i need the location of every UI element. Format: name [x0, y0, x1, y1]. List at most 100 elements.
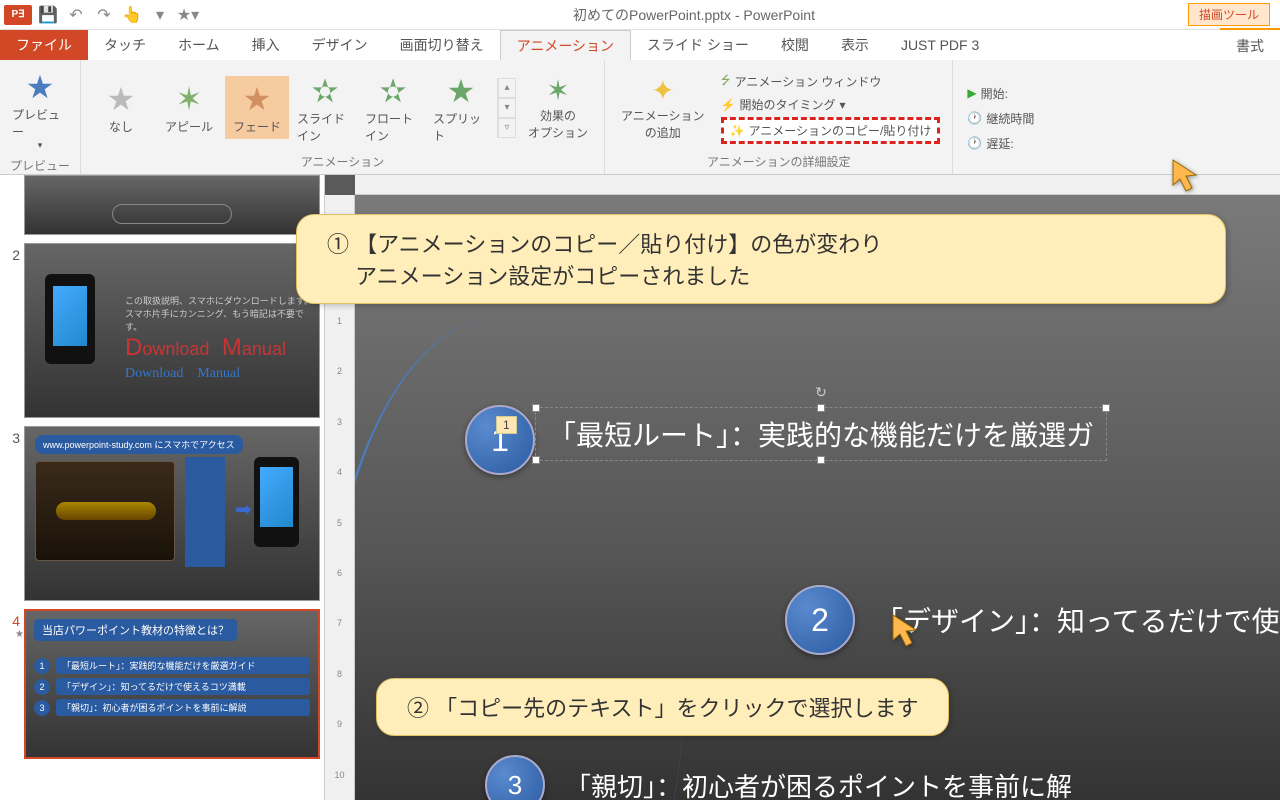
thumbnail-1[interactable]	[4, 179, 320, 235]
thumbnail-4[interactable]: 4 ★ 当店パワーポイント教材の特徴とは？ 1「最短ルート」：実践的な機能だけを…	[4, 609, 320, 759]
effect-options-label: 効果の オプション	[528, 107, 588, 141]
thumb-slide[interactable]: www.powerpoint-study.com にスマホでアクセス ➡	[24, 426, 320, 601]
resize-handle[interactable]	[817, 456, 825, 464]
start-label: 開始:	[981, 85, 1008, 102]
gallery-more-icon[interactable]: ▿	[498, 118, 516, 138]
textbox-1-selected[interactable]: 1 ↻ 「最短ルート」：実践的な機能だけを厳選ガ	[535, 407, 1107, 461]
star-icon: ✫	[380, 72, 407, 110]
duration-label: 継続時間	[986, 110, 1034, 127]
animation-order-tag[interactable]: 1	[496, 416, 517, 434]
effect-fade[interactable]: ★フェード	[225, 76, 289, 139]
delay-row[interactable]: 🕐遅延:	[967, 135, 1034, 152]
bullet-circle-2[interactable]: 2	[785, 585, 855, 655]
preview-label: プレビュー	[12, 106, 68, 140]
thumb4-title: 当店パワーポイント教材の特徴とは？	[34, 619, 237, 641]
thumb-slide[interactable]: この取扱説明、スマホにダウンロードします。 スマホ片手にカンニング、もう暗記は不…	[24, 243, 320, 418]
group-preview: ★ プレビュー ▾ プレビュー	[0, 60, 81, 174]
add-animation-button[interactable]: ✦ アニメーション の追加	[613, 70, 713, 145]
effect-options-button[interactable]: ✶ 効果の オプション	[520, 70, 596, 145]
effect-slidein-label: スライドイン	[297, 110, 353, 144]
tab-slideshow[interactable]: スライド ショー	[631, 30, 765, 60]
add-animation-icon: ✦	[651, 74, 674, 107]
gallery-down-icon[interactable]: ▾	[498, 98, 516, 118]
add-animation-label: アニメーション の追加	[621, 107, 705, 141]
anim-pane-icon: ⭍	[721, 71, 731, 92]
thumb-number: 2	[4, 243, 24, 418]
callout1-line2: アニメーション設定がコピーされました	[327, 259, 1195, 291]
delay-label: 遅延:	[986, 135, 1013, 152]
thumbnail-2[interactable]: 2 この取扱説明、スマホにダウンロードします。 スマホ片手にカンニング、もう暗記…	[4, 243, 320, 418]
app-icon: P∃	[4, 5, 32, 25]
textbox-2-text[interactable]: 「デザイン」：知ってるだけで使えるコツ	[875, 600, 1280, 640]
thumb3-tag: にスマホでアクセス	[154, 440, 234, 450]
gallery-up-icon[interactable]: ▴	[498, 78, 516, 98]
thumb4-r2: 「デザイン」：知ってるだけで使えるコツ満載	[56, 678, 310, 695]
start-row[interactable]: ▶ 開始:	[967, 85, 1034, 102]
tab-touch[interactable]: タッチ	[88, 30, 162, 60]
tab-view[interactable]: 表示	[825, 30, 885, 60]
thumb-number: 3	[4, 426, 24, 601]
gallery-scroll[interactable]: ▴ ▾ ▿	[497, 78, 516, 138]
star-icon: ★	[447, 72, 476, 110]
tab-design[interactable]: デザイン	[296, 30, 384, 60]
tutorial-callout-2: ② 「コピー先のテキスト」をクリックで選択します	[376, 678, 949, 736]
resize-handle[interactable]	[1102, 404, 1110, 412]
bullet-circle-3[interactable]: 3	[485, 755, 545, 800]
tutorial-cursor-1	[1168, 155, 1208, 195]
effect-floatin-label: フロートイン	[365, 110, 421, 144]
thumbnail-panel[interactable]: 2 この取扱説明、スマホにダウンロードします。 スマホ片手にカンニング、もう暗記…	[0, 175, 325, 800]
thumb-slide[interactable]: 当店パワーポイント教材の特徴とは？ 1「最短ルート」：実践的な機能だけを厳選ガイ…	[24, 609, 320, 759]
tutorial-cursor-2	[888, 610, 928, 650]
thumbnail-3[interactable]: 3 www.powerpoint-study.com にスマホでアクセス ➡	[4, 426, 320, 601]
group-advanced-animation: ✦ アニメーション の追加 ⭍アニメーション ウィンドウ ⚡開始のタイミング▾ …	[605, 60, 953, 174]
undo-icon[interactable]: ↶	[64, 3, 88, 27]
anim-pane-label: アニメーション ウィンドウ	[735, 73, 882, 90]
callout2-text: ② 「コピー先のテキスト」をクリックで選択します	[407, 696, 918, 721]
tab-format[interactable]: 書式	[1220, 28, 1280, 62]
window-title: 初めてのPowerPoint.pptx - PowerPoint	[200, 5, 1188, 25]
thumb-slide[interactable]	[24, 175, 320, 235]
tab-justpdf[interactable]: JUST PDF 3	[885, 30, 995, 60]
star-icon: ★	[243, 80, 272, 118]
star-icon: ✶	[176, 80, 203, 118]
effect-floatin[interactable]: ✫フロートイン	[361, 68, 425, 148]
tab-home[interactable]: ホーム	[162, 30, 236, 60]
qat-star-icon[interactable]: ★▾	[176, 3, 200, 27]
resize-handle[interactable]	[532, 404, 540, 412]
touchmode-icon[interactable]: 👆	[120, 3, 144, 27]
animation-pane-button[interactable]: ⭍アニメーション ウィンドウ	[721, 71, 941, 92]
thumb4-r1: 「最短ルート」：実践的な機能だけを厳選ガイド	[56, 657, 310, 674]
animation-painter-button[interactable]: ✨アニメーションのコピー/貼り付け	[721, 117, 941, 144]
effect-none[interactable]: ★なし	[89, 76, 153, 139]
effect-slidein[interactable]: ✫スライドイン	[293, 68, 357, 148]
thumb2-manual: anual	[242, 339, 286, 359]
resize-handle[interactable]	[532, 456, 540, 464]
thumb3-url: www.powerpoint-study.com	[43, 440, 152, 450]
preview-button[interactable]: ★ プレビュー ▾	[8, 64, 72, 155]
tab-insert[interactable]: 挿入	[236, 30, 296, 60]
save-icon[interactable]: 💾	[36, 3, 60, 27]
effect-appeal-label: アピール	[165, 118, 213, 135]
trigger-icon: ⚡	[721, 98, 736, 112]
effect-appeal[interactable]: ✶アピール	[157, 76, 221, 139]
animation-indicator-icon: ★	[15, 629, 24, 640]
ribbon: ★ プレビュー ▾ プレビュー ★なし ✶アピール ★フェード ✫スライドイン …	[0, 60, 1280, 175]
trigger-button[interactable]: ⚡開始のタイミング▾	[721, 96, 941, 113]
textbox-3-text[interactable]: 「親切」：初心者が困るポイントを事前に解	[565, 767, 1072, 800]
qat-dropdown-icon[interactable]: ▾	[148, 3, 172, 27]
tab-animation[interactable]: アニメーション	[500, 30, 631, 60]
tab-file[interactable]: ファイル	[0, 30, 88, 60]
play-icon: ▶	[967, 86, 976, 100]
group-timing: ▶ 開始: 🕐継続時間 🕐遅延:	[953, 60, 1048, 174]
tab-transition[interactable]: 画面切り替え	[384, 30, 500, 60]
effect-split[interactable]: ★スプリット	[429, 68, 493, 148]
ruler-horizontal	[355, 175, 1280, 195]
resize-handle[interactable]	[817, 404, 825, 412]
thumb-number: 4	[12, 609, 24, 629]
duration-row[interactable]: 🕐継続時間	[967, 110, 1034, 127]
tab-review[interactable]: 校閲	[765, 30, 825, 60]
rotate-handle-icon[interactable]: ↻	[815, 384, 827, 401]
thumb4-r3: 「親切」：初心者が困るポイントを事前に解説	[56, 699, 310, 716]
textbox-1-text: 「最短ルート」：実践的な機能だけを厳選ガ	[548, 420, 1094, 451]
redo-icon[interactable]: ↷	[92, 3, 116, 27]
